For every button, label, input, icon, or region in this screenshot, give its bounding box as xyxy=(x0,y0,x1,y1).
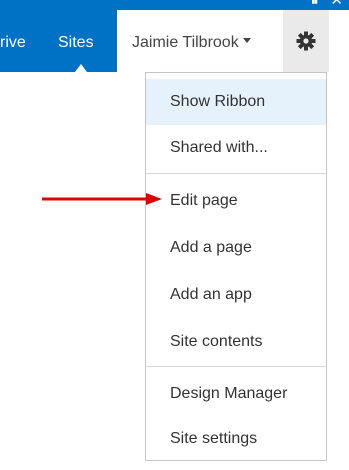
nav-sites-link[interactable]: Sites xyxy=(58,33,94,53)
window-controls: ⏸ ✕ xyxy=(311,0,343,8)
settings-dropdown-menu: Show Ribbon Shared with... Edit page Add… xyxy=(145,72,327,461)
user-menu[interactable]: Jaimie Tilbrook xyxy=(132,33,251,53)
menu-divider xyxy=(146,366,326,367)
annotation-arrow-icon xyxy=(42,193,162,205)
active-nav-indicator xyxy=(75,64,87,72)
gear-icon xyxy=(296,31,316,51)
pause-icon[interactable]: ⏸ xyxy=(311,0,319,8)
window-chrome: ⏸ ✕ xyxy=(0,0,349,10)
menu-item-site-contents[interactable]: Site contents xyxy=(146,319,326,365)
nav-onedrive-link[interactable]: rive xyxy=(0,33,26,53)
menu-item-edit-page[interactable]: Edit page xyxy=(146,178,326,224)
menu-item-add-app[interactable]: Add an app xyxy=(146,272,326,318)
user-name: Jaimie Tilbrook xyxy=(132,34,239,51)
close-icon[interactable]: ✕ xyxy=(330,0,343,8)
menu-item-show-ribbon[interactable]: Show Ribbon xyxy=(146,79,326,125)
settings-button[interactable] xyxy=(283,10,329,72)
page: ⏸ ✕ rive Sites Jaimie Tilbrook Show Ribb… xyxy=(0,0,349,470)
suite-bar-edge xyxy=(340,10,349,72)
chevron-down-icon xyxy=(242,38,251,44)
menu-item-site-settings[interactable]: Site settings xyxy=(146,416,326,462)
menu-item-add-page[interactable]: Add a page xyxy=(146,225,326,271)
menu-divider xyxy=(146,173,326,174)
menu-item-shared-with[interactable]: Shared with... xyxy=(146,125,326,171)
menu-item-design-manager[interactable]: Design Manager xyxy=(146,371,326,417)
